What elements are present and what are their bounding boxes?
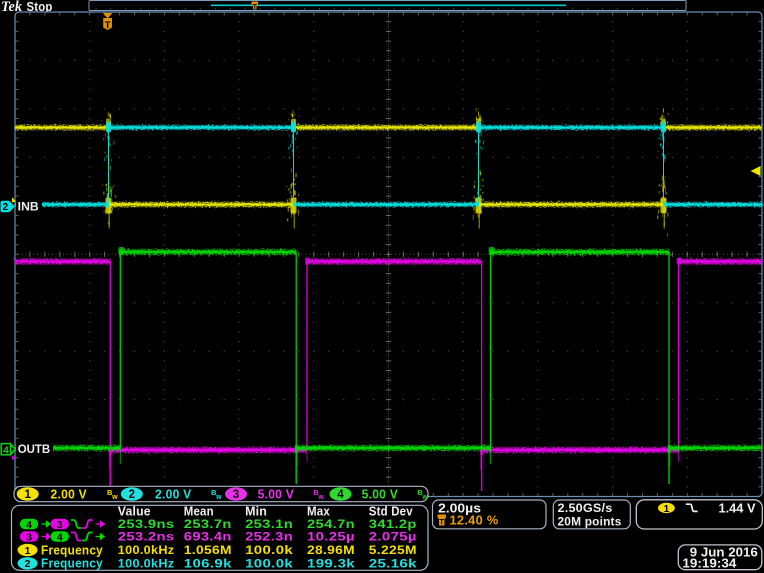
svg-text:W: W bbox=[112, 495, 118, 501]
svg-text:Min: Min bbox=[245, 504, 267, 518]
svg-text:Value: Value bbox=[118, 504, 151, 518]
svg-text:Frequency: Frequency bbox=[41, 543, 103, 557]
svg-text:W: W bbox=[422, 495, 428, 501]
svg-text:20M points: 20M points bbox=[558, 514, 622, 528]
svg-text:1: 1 bbox=[24, 489, 31, 501]
svg-text:2.075µ: 2.075µ bbox=[369, 530, 417, 544]
svg-text:5.225M: 5.225M bbox=[369, 543, 417, 557]
svg-text:T: T bbox=[439, 517, 444, 526]
svg-text:28.96M: 28.96M bbox=[307, 543, 355, 557]
svg-text:199.3k: 199.3k bbox=[307, 557, 355, 571]
svg-text:19:19:34: 19:19:34 bbox=[682, 557, 736, 571]
svg-text:INB: INB bbox=[18, 199, 39, 213]
svg-text:252.3n: 252.3n bbox=[245, 530, 293, 544]
svg-text:3: 3 bbox=[233, 489, 239, 501]
svg-text:T: T bbox=[253, 4, 258, 11]
svg-text:4: 4 bbox=[26, 519, 32, 531]
svg-text:2.00 V: 2.00 V bbox=[51, 488, 88, 502]
svg-text:1.056M: 1.056M bbox=[184, 543, 232, 557]
svg-text:25.16k: 25.16k bbox=[369, 557, 417, 571]
svg-text:Std Dev: Std Dev bbox=[369, 504, 413, 518]
svg-text:4: 4 bbox=[337, 489, 344, 501]
svg-text:Frequency: Frequency bbox=[41, 557, 103, 571]
svg-text:12.40 %: 12.40 % bbox=[450, 513, 499, 527]
svg-text:Mean: Mean bbox=[184, 504, 214, 518]
svg-text:W: W bbox=[216, 495, 222, 501]
svg-text:100.0k: 100.0k bbox=[245, 543, 293, 557]
svg-text:T: T bbox=[105, 20, 111, 31]
svg-text:1: 1 bbox=[664, 504, 670, 515]
svg-text:2: 2 bbox=[3, 202, 9, 213]
svg-text:Max: Max bbox=[307, 504, 330, 518]
svg-text:5.00 V: 5.00 V bbox=[362, 488, 399, 502]
svg-text:693.4n: 693.4n bbox=[184, 530, 232, 544]
svg-text:10.25µ: 10.25µ bbox=[307, 530, 355, 544]
svg-text:3: 3 bbox=[26, 531, 32, 543]
svg-text:2.00 V: 2.00 V bbox=[155, 488, 192, 502]
svg-text:OUTB: OUTB bbox=[18, 442, 51, 456]
svg-text:2.50GS/s: 2.50GS/s bbox=[558, 501, 613, 515]
svg-text:4: 4 bbox=[3, 444, 9, 456]
svg-text:W: W bbox=[318, 495, 324, 501]
svg-text:1.44 V: 1.44 V bbox=[719, 501, 757, 515]
svg-text:100.0kHz: 100.0kHz bbox=[118, 543, 175, 557]
svg-text:253.2ns: 253.2ns bbox=[118, 530, 175, 544]
svg-text:2: 2 bbox=[25, 558, 31, 570]
svg-text:1: 1 bbox=[25, 545, 31, 557]
svg-text:5.00 V: 5.00 V bbox=[258, 488, 295, 502]
svg-text:100.0kHz: 100.0kHz bbox=[118, 557, 175, 571]
svg-text:4: 4 bbox=[57, 531, 63, 543]
svg-text:2: 2 bbox=[129, 489, 135, 501]
svg-text:3: 3 bbox=[57, 519, 63, 531]
svg-text:100.0k: 100.0k bbox=[245, 557, 293, 571]
svg-text:106.9k: 106.9k bbox=[184, 557, 232, 571]
